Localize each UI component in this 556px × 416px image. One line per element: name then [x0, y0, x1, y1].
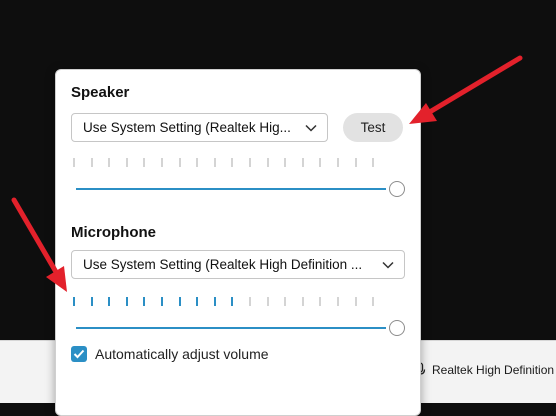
annotation-arrow-test: [409, 55, 523, 124]
annotation-arrow-microphone-meter: [11, 197, 67, 292]
annotation-arrows: [11, 55, 523, 292]
